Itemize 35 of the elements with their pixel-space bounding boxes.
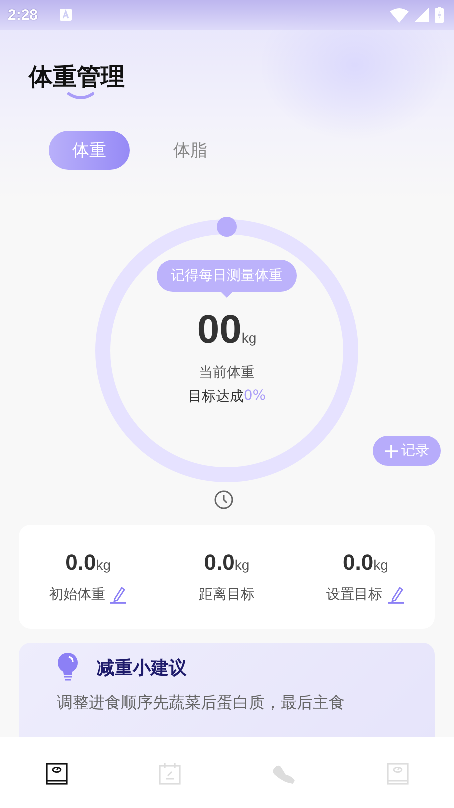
battery-icon xyxy=(435,7,444,23)
lightbulb-icon xyxy=(57,653,79,683)
record-button[interactable]: 记录 xyxy=(373,436,441,466)
stat-unit: kg xyxy=(96,557,112,573)
bubble-pointer xyxy=(221,292,233,298)
clock-icon[interactable] xyxy=(214,490,234,510)
weight-value: 00 xyxy=(197,308,242,352)
tab[interactable]: 体重 xyxy=(49,131,130,170)
progress-knob xyxy=(217,217,237,237)
goal-percent: 0% xyxy=(244,388,266,406)
stat-label: 初始体重 xyxy=(49,586,106,604)
weight-caption: 当前体重 xyxy=(199,364,255,382)
smile-icon xyxy=(67,92,95,100)
stat-value: 0.0 xyxy=(66,550,96,576)
pencil-icon[interactable] xyxy=(109,586,128,604)
stat-unit: kg xyxy=(374,557,388,573)
tip-text: 调整进食顺序先蔬菜后蛋白质，最后主食 xyxy=(57,693,346,714)
reminder-bubble: 记得每日测量体重 xyxy=(157,260,297,292)
keyboard-indicator-icon xyxy=(60,9,72,21)
tab[interactable]: 体脂 xyxy=(150,131,231,170)
pencil-icon[interactable] xyxy=(386,586,405,604)
weight-unit: kg xyxy=(242,330,257,346)
stat-value: 0.0 xyxy=(204,550,235,576)
status-time: 2:28 xyxy=(8,6,38,24)
signal-icon xyxy=(415,8,429,22)
scale-icon[interactable] xyxy=(46,763,68,785)
stat-unit: kg xyxy=(234,557,250,573)
stat-label: 设置目标 xyxy=(326,586,383,604)
page-title: 体重管理 xyxy=(29,62,125,93)
stat-value: 0.0 xyxy=(342,550,374,576)
wifi-icon xyxy=(390,8,409,22)
stat-label: 距离目标 xyxy=(198,586,255,604)
goal-label: 目标达成 xyxy=(188,388,244,406)
tip-title: 减重小建议 xyxy=(97,657,187,680)
plus-icon xyxy=(384,444,398,458)
